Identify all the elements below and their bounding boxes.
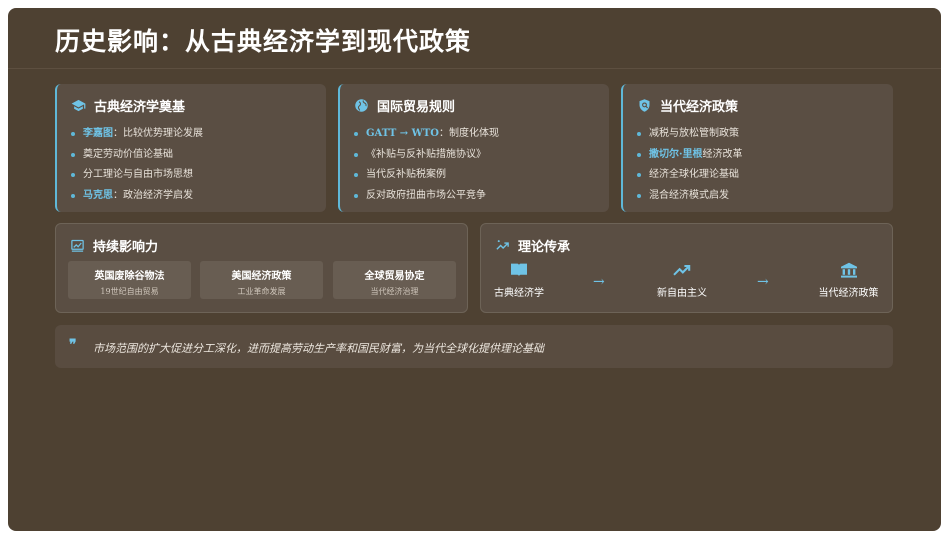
card-title: 持续影响力: [93, 240, 159, 255]
list-item: 奠定劳动价值论基础: [71, 145, 203, 166]
influence-box: 全球贸易协定 当代经济治理: [333, 261, 456, 299]
card-classical: 古典经济学奠基 李嘉图 ：比较优势理论发展 奠定劳动价值论基础 分工理论与自由市场…: [55, 84, 326, 212]
card-title: 国际贸易规则: [377, 100, 456, 115]
slide: 历史影响：从古典经济学到现代政策 古典经济学奠基 李嘉图 ：比较优势理论发展 奠定…: [8, 8, 941, 531]
list-item: 分工理论与自由市场思想: [71, 165, 203, 186]
card-list: 李嘉图 ：比较优势理论发展 奠定劳动价值论基础 分工理论与自由市场思想 马克思 ：政…: [71, 124, 203, 206]
title-bar: 历史影响：从古典经济学到现代政策: [8, 8, 941, 69]
list-item: 马克思 ：政治经济学启发: [71, 186, 203, 207]
quote-icon: ❞: [69, 337, 77, 353]
trend-up-icon: [673, 264, 691, 276]
book-icon: [511, 263, 527, 277]
list-item: 撒切尔·里根 经济改革: [637, 145, 742, 166]
flow-node: 新自由主义: [647, 262, 717, 299]
chart-icon: [71, 239, 84, 252]
card-title: 理论传承: [518, 240, 571, 255]
sparkle-trend-icon: [496, 240, 509, 250]
list-item: 当代反补贴税案例: [354, 165, 499, 186]
card-list: 减税与放松管制政策 撒切尔·里根 经济改革 经济全球化理论基础 混合经济模式启发: [637, 124, 742, 206]
card-policy: 当代经济政策 减税与放松管制政策 撒切尔·里根 经济改革 经济全球化理论基础 混合…: [621, 84, 893, 212]
card-trade: 国际贸易规则 GATT → WTO ：制度化体现 《补贴与反补贴措施协议》 当代反…: [338, 84, 609, 212]
shield-icon: [639, 99, 650, 112]
card-title: 当代经济政策: [660, 100, 739, 115]
institution-icon: [840, 262, 857, 278]
list-item: 《补贴与反补贴措施协议》: [354, 145, 499, 166]
quote-text: 市场范围的扩大促进分工深化，进而提高劳动生产率和国民财富，为当代全球化提供理论基…: [93, 342, 544, 355]
influence-box: 美国经济政策 工业革命发展: [200, 261, 323, 299]
card-legacy: 理论传承 古典经济学 → 新自由主义 → 当代经济政策: [480, 223, 893, 313]
list-item: 反对政府扭曲市场公平竞争: [354, 186, 499, 207]
flow-arrow: →: [757, 274, 769, 290]
graduation-cap-icon: [71, 99, 86, 112]
card-influence: 持续影响力 英国废除谷物法 19世纪自由贸易 美国经济政策 工业革命发展 全球贸…: [55, 223, 468, 313]
flow-node: 当代经济政策: [811, 262, 886, 299]
flow-node: 古典经济学: [489, 262, 549, 299]
list-item: 李嘉图 ：比较优势理论发展: [71, 124, 203, 145]
card-list: GATT → WTO ：制度化体现 《补贴与反补贴措施协议》 当代反补贴税案例 反…: [354, 124, 499, 206]
globe-icon: [355, 99, 368, 112]
page-title: 历史影响：从古典经济学到现代政策: [55, 27, 472, 56]
influence-box: 英国废除谷物法 19世纪自由贸易: [68, 261, 191, 299]
flow-arrow: →: [593, 274, 605, 290]
list-item: 减税与放松管制政策: [637, 124, 742, 145]
list-item: 经济全球化理论基础: [637, 165, 742, 186]
list-item: GATT → WTO ：制度化体现: [354, 124, 499, 145]
card-title: 古典经济学奠基: [94, 100, 186, 115]
list-item: 混合经济模式启发: [637, 186, 742, 207]
quote-card: ❞ 市场范围的扩大促进分工深化，进而提高劳动生产率和国民财富，为当代全球化提供理…: [55, 325, 893, 368]
